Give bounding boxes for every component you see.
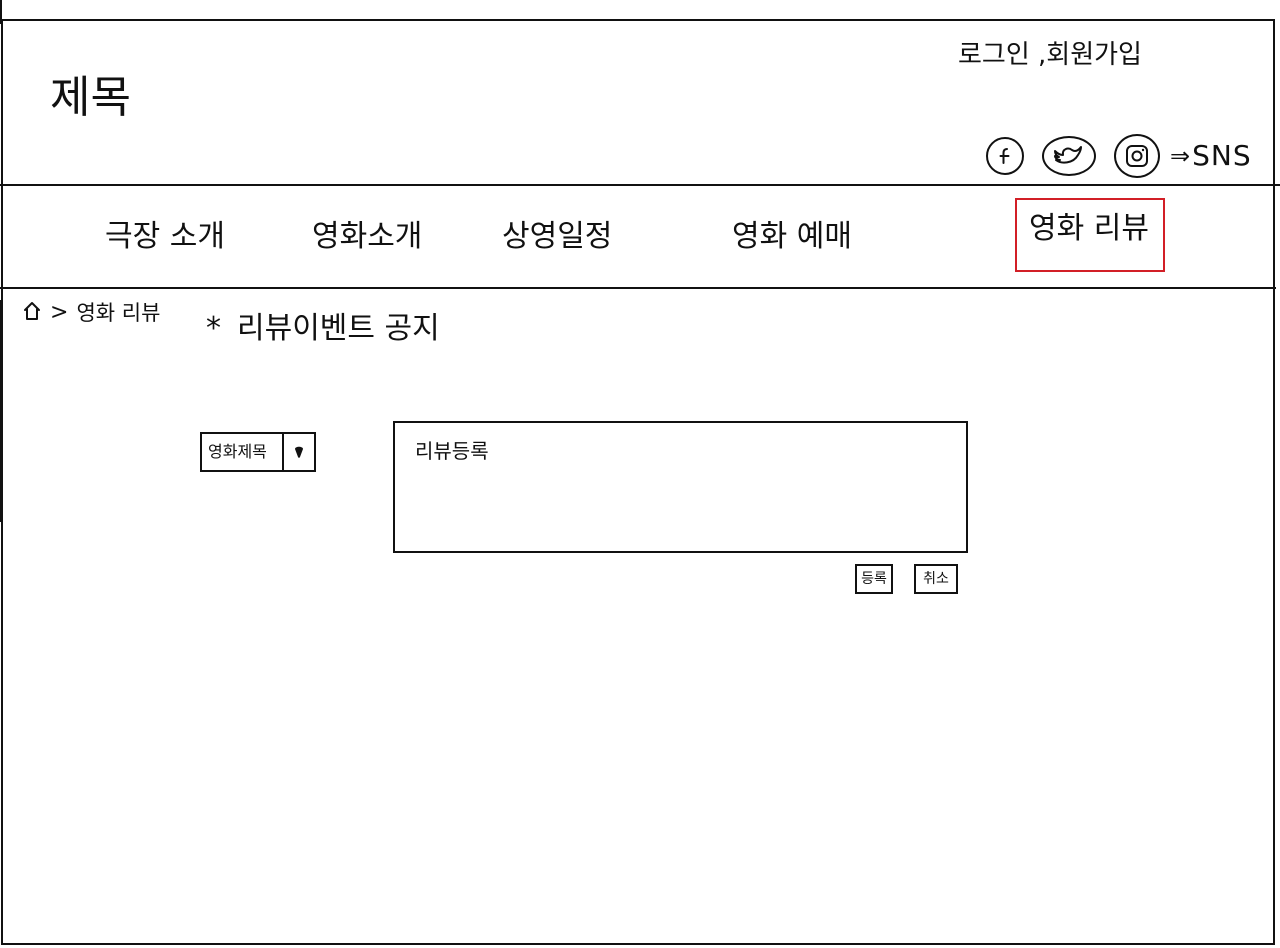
notice-text: 리뷰이벤트 공지	[237, 311, 440, 346]
nav-divider	[0, 287, 1276, 289]
movie-title-select[interactable]: 영화제목	[200, 432, 316, 472]
review-event-notice[interactable]: * 리뷰이벤트 공지	[206, 314, 440, 344]
breadcrumb: > 영화 리뷰	[22, 300, 160, 326]
home-icon[interactable]	[22, 300, 42, 326]
facebook-icon[interactable]	[986, 137, 1024, 175]
notice-star-icon: *	[206, 311, 221, 346]
submit-button[interactable]: 등록	[855, 564, 893, 594]
movie-select-value: 영화제목	[208, 442, 267, 461]
site-title[interactable]: 제목	[50, 76, 131, 120]
nav-item-movie-review[interactable]: 영화 리뷰	[1015, 198, 1165, 272]
login-signup-link[interactable]: 로그인 ,회원가입	[958, 42, 1142, 68]
instagram-icon[interactable]	[1114, 134, 1160, 178]
header-divider	[0, 184, 1280, 186]
nav-item-movie-intro[interactable]: 영화소개	[312, 222, 422, 252]
breadcrumb-current: 영화 리뷰	[76, 300, 161, 325]
nav-item-booking[interactable]: 영화 예매	[732, 222, 852, 252]
sns-label: SNS	[1192, 139, 1252, 172]
nav-item-theater-intro[interactable]: 극장 소개	[105, 222, 225, 252]
twitter-icon[interactable]	[1042, 136, 1096, 176]
sns-arrow-icon: ⇒	[1170, 142, 1191, 170]
cancel-button[interactable]: 취소	[914, 564, 958, 594]
sns-links: ⇒ SNS	[986, 134, 1252, 178]
nav-item-schedule[interactable]: 상영일정	[502, 222, 612, 252]
dropdown-arrow-icon[interactable]	[282, 434, 314, 470]
left-edge-mark	[0, 0, 2, 24]
left-edge-mark	[0, 300, 2, 522]
breadcrumb-separator: >	[50, 300, 69, 325]
review-textarea[interactable]	[393, 421, 968, 553]
